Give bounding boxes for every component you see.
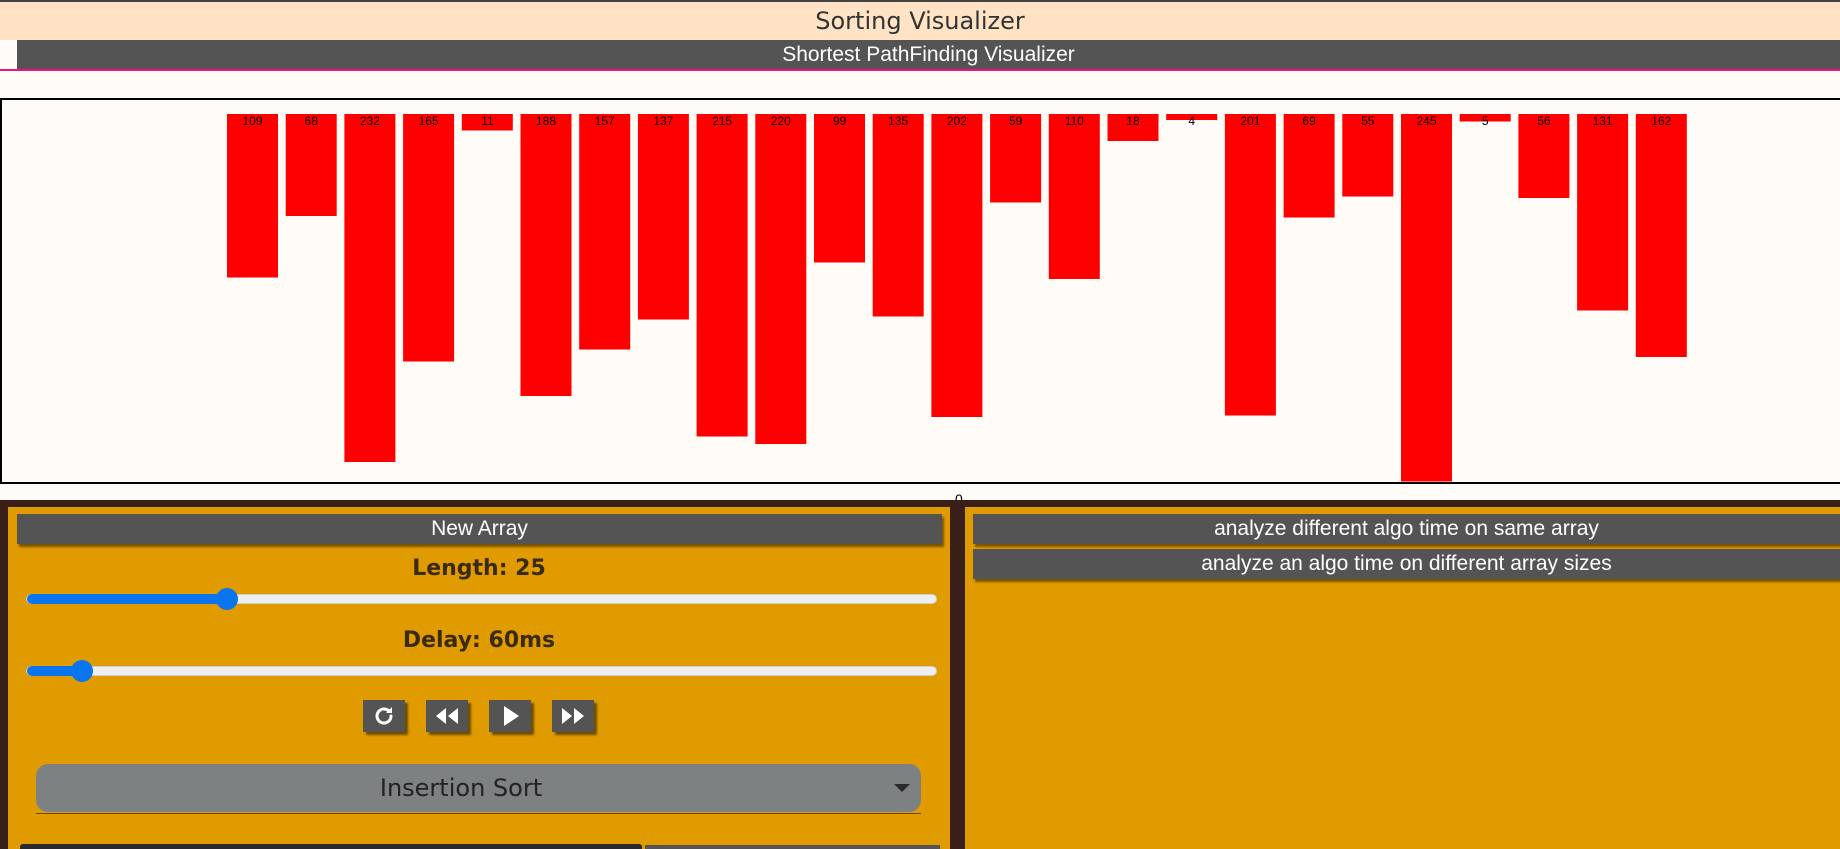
bar [755,114,807,444]
delay-slider-thumb[interactable] [70,660,93,682]
play-icon [504,706,519,726]
bar [285,114,337,216]
new-array-button[interactable]: New Array [17,514,942,544]
bar [1283,114,1335,218]
rewind-icon [436,708,458,724]
bar-value-label: 56 [1537,114,1551,128]
bar [637,114,689,320]
header-divider [0,69,1840,71]
length-slider[interactable] [26,588,937,610]
pathfinding-nav-button[interactable]: Shortest PathFinding Visualizer [17,40,1840,69]
reset-icon [375,707,393,725]
bar [931,114,983,417]
algorithm-select[interactable]: Insertion Sort [36,764,921,812]
bar [814,114,865,263]
bar [1577,114,1629,311]
bar-value-label: 165 [419,114,439,128]
bar-value-label: 131 [1593,114,1613,128]
bars-canvas: 109 68 232 165 11 188 157 137 215 220 99 135 202 59 11… [227,114,1687,482]
fast-forward-button[interactable] [552,700,594,732]
rewind-button[interactable] [426,700,468,732]
bar-value-label: 11 [481,114,494,128]
delay-slider[interactable] [26,660,937,682]
partial-control-right [645,845,940,849]
bar-chart: 109 68 232 165 11 188 157 137 215 220 99 135 202 59 11… [0,98,1840,484]
length-slider-fill [27,594,228,604]
bar-value-label: 245 [1416,114,1436,128]
analyze-same-array-button[interactable]: analyze different algo time on same arra… [973,514,1840,544]
bar [520,114,572,396]
fast-forward-icon [562,708,584,724]
bar-value-label: 232 [360,114,380,128]
bar-value-label: 162 [1651,114,1671,128]
bar-value-label: 5 [1482,114,1489,128]
chevron-down-icon [894,784,910,792]
app-title: Sorting Visualizer [0,0,1840,40]
bar-value-label: 68 [305,114,319,128]
bar [1635,114,1687,357]
bar-value-label: 99 [833,114,847,128]
play-button[interactable] [489,700,531,732]
bar-value-label: 109 [242,114,262,128]
chart-footer: 0 [0,484,1840,500]
partial-control-left [20,844,642,849]
bar-value-label: 157 [595,114,615,128]
bar-value-label: 201 [1240,114,1260,128]
bar [344,114,396,462]
bar-value-label: 137 [653,114,673,128]
bar-value-label: 69 [1302,114,1316,128]
bar [696,114,748,437]
reset-button[interactable] [363,700,405,732]
status-glyph: 0 [955,491,963,500]
delay-label: Delay: 60ms [402,628,556,653]
algorithm-select-value: Insertion Sort [379,774,543,802]
bar-value-label: 4 [1188,114,1195,128]
analyze-array-sizes-button[interactable]: analyze an algo time on different array … [973,549,1840,579]
bar [1224,114,1276,416]
bar-value-label: 215 [712,114,732,128]
bar [227,114,278,278]
bar-value-label: 18 [1126,114,1140,128]
bar [1401,114,1452,482]
bar-value-label: 135 [888,114,908,128]
bar-value-label: 110 [1065,114,1084,128]
bar-value-label: 55 [1361,114,1375,128]
bar-value-label: 220 [771,114,791,128]
select-underline [36,813,921,814]
bar [403,114,455,362]
length-label: Length: 25 [412,556,546,581]
bar [1048,114,1100,279]
bar-value-label: 59 [1009,114,1023,128]
bar-value-label: 188 [536,114,556,128]
bar [579,114,631,350]
bar-value-label: 202 [947,114,967,128]
bar [872,114,924,317]
